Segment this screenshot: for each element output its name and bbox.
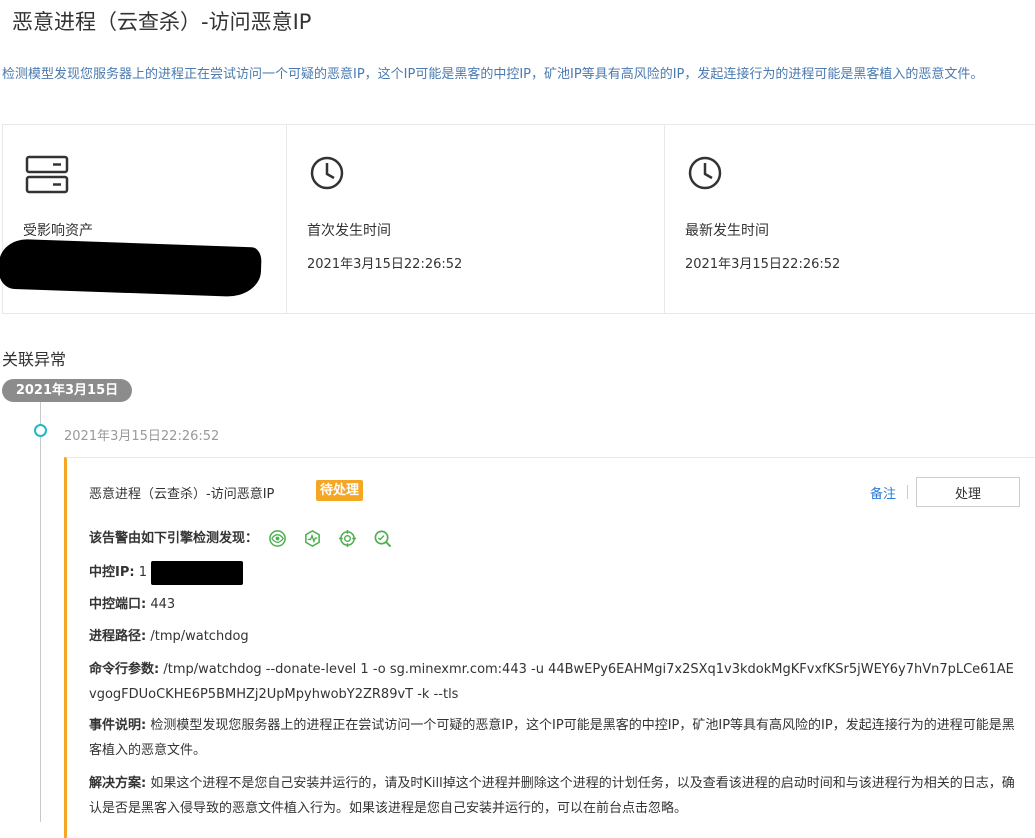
solution-row: 解决方案: 如果这个进程不是您自己安装并运行的，请及时Kill掉这个进程并删除这… bbox=[89, 771, 1019, 821]
clock-icon bbox=[687, 155, 723, 195]
engines-row: 该告警由如下引擎检测发现： bbox=[89, 526, 392, 551]
engines-label: 该告警由如下引擎检测发现： bbox=[89, 531, 259, 546]
first-occurrence-card: 首次发生时间 2021年3月15日22:26:52 bbox=[287, 125, 665, 313]
timeline-line bbox=[40, 402, 41, 822]
clock-icon bbox=[309, 155, 345, 195]
c2-port-row: 中控端口: 443 bbox=[89, 592, 175, 617]
c2-ip-value: 1 bbox=[138, 565, 147, 580]
process-path-label: 进程路径: bbox=[89, 629, 147, 644]
event-description-row: 事件说明: 检测模型发现您服务器上的进程正在尝试访问一个可疑的恶意IP，这个IP… bbox=[89, 713, 1019, 763]
latest-occurrence-value: 2021年3月15日22:26:52 bbox=[685, 257, 841, 272]
engine-3-icon bbox=[338, 529, 357, 548]
command-line-row: 命令行参数: /tmp/watchdog --donate-level 1 -o… bbox=[89, 657, 1019, 707]
event-description-label: 事件说明: bbox=[89, 718, 147, 733]
affected-asset-card: 受影响资产 bbox=[0, 125, 287, 313]
event-description-value: 检测模型发现您服务器上的进程正在尝试访问一个可疑的恶意IP，这个IP可能是黑客的… bbox=[89, 718, 1015, 758]
c2-port-label: 中控端口: bbox=[89, 597, 147, 612]
page-description: 检测模型发现您服务器上的进程正在尝试访问一个可疑的恶意IP，这个IP可能是黑客的… bbox=[2, 67, 984, 82]
summary-cards: 受影响资产 首次发生时间 2021年3月15日22:26:52 最新发生时间 2… bbox=[0, 124, 1035, 314]
related-anomalies-title: 关联异常 bbox=[2, 350, 67, 369]
action-divider bbox=[907, 485, 908, 499]
engine-1-icon bbox=[268, 529, 287, 548]
timeline-timestamp: 2021年3月15日22:26:52 bbox=[64, 429, 220, 444]
page-title: 恶意进程（云查杀）-访问恶意IP bbox=[12, 10, 312, 34]
solution-value: 如果这个进程不是您自己安装并运行的，请及时Kill掉这个进程并删除这个进程的计划… bbox=[89, 776, 1015, 816]
latest-occurrence-label: 最新发生时间 bbox=[685, 223, 769, 239]
timeline-date-pill: 2021年3月15日 bbox=[2, 379, 132, 402]
engine-4-icon bbox=[373, 529, 392, 548]
command-line-label: 命令行参数: bbox=[89, 662, 160, 677]
redacted-asset-value bbox=[0, 238, 262, 298]
event-title: 恶意进程（云查杀）-访问恶意IP bbox=[89, 487, 275, 502]
handle-button[interactable]: 处理 bbox=[916, 477, 1020, 507]
engine-icons bbox=[268, 529, 392, 548]
command-line-value: /tmp/watchdog --donate-level 1 -o sg.min… bbox=[89, 662, 1014, 702]
first-occurrence-value: 2021年3月15日22:26:52 bbox=[307, 257, 463, 272]
first-occurrence-label: 首次发生时间 bbox=[307, 223, 391, 239]
c2-ip-label: 中控IP: bbox=[89, 565, 135, 580]
server-icon bbox=[25, 155, 69, 199]
timeline-dot bbox=[34, 424, 47, 437]
process-path-value: /tmp/watchdog bbox=[150, 629, 249, 644]
c2-port-value: 443 bbox=[150, 597, 176, 612]
affected-asset-label: 受影响资产 bbox=[23, 223, 93, 239]
engine-2-icon bbox=[303, 529, 322, 548]
note-link[interactable]: 备注 bbox=[870, 483, 896, 502]
c2-ip-row: 中控IP: 1 bbox=[89, 560, 243, 585]
solution-label: 解决方案: bbox=[89, 776, 147, 791]
latest-occurrence-card: 最新发生时间 2021年3月15日22:26:52 bbox=[665, 125, 1035, 313]
event-card: 恶意进程（云查杀）-访问恶意IP 待处理 备注 处理 该告警由如下引擎检测发现：… bbox=[64, 457, 1035, 838]
process-path-row: 进程路径: /tmp/watchdog bbox=[89, 624, 249, 649]
status-badge: 待处理 bbox=[316, 480, 364, 501]
redacted-ip bbox=[151, 560, 243, 585]
